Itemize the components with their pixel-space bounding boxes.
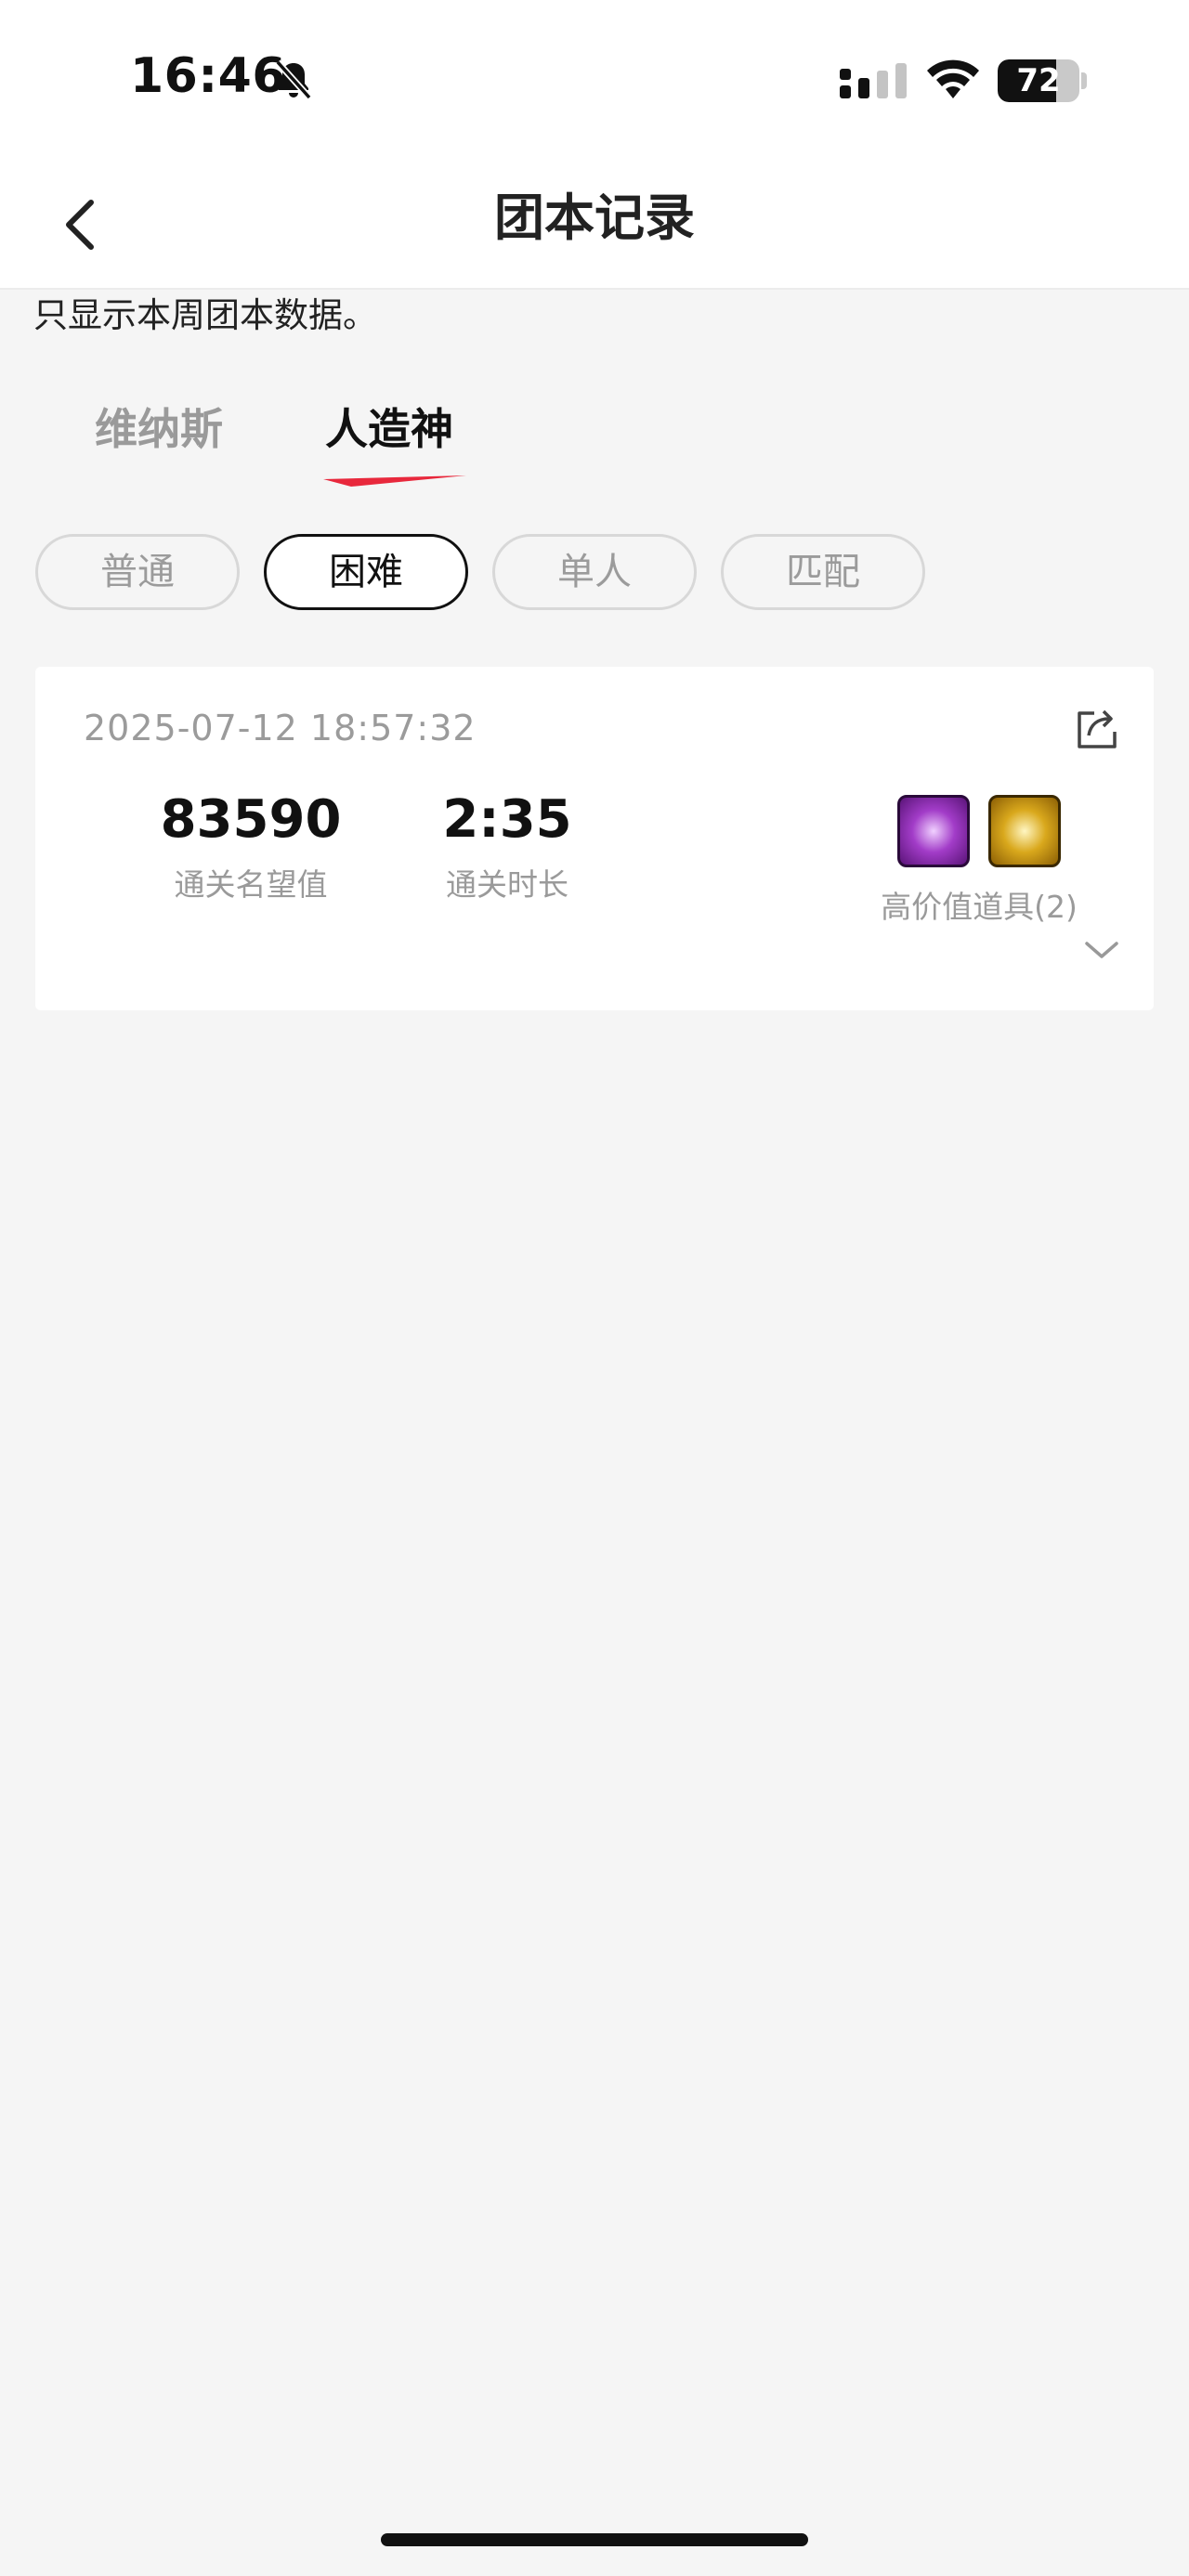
battery-level: 72 <box>1016 62 1061 99</box>
gold-box-icon[interactable] <box>988 795 1061 867</box>
notice-text: 只显示本周团本数据。 <box>33 295 377 335</box>
bell-slash-icon <box>275 59 312 100</box>
chevron-down-icon[interactable] <box>1081 936 1122 964</box>
battery-icon: 72 <box>998 59 1079 102</box>
item-icon-row <box>830 795 1128 869</box>
status-bar: 16:46 72 <box>0 0 1189 158</box>
high-value-items: 高价值道具(2) <box>830 795 1128 930</box>
record-date: 2025-07-12 18:57:32 <box>84 708 477 748</box>
duration-label: 通关时长 <box>446 866 568 903</box>
filter-solo[interactable]: 单人 <box>492 534 697 610</box>
nav-bar: 团本记录 <box>0 158 1189 290</box>
active-tab-indicator <box>323 475 466 487</box>
wifi-icon <box>927 59 979 98</box>
home-indicator[interactable] <box>381 2533 808 2546</box>
duration-value: 2:35 <box>442 789 572 850</box>
fame-value: 83590 <box>160 789 342 850</box>
purple-box-icon[interactable] <box>897 795 970 867</box>
page-title: 团本记录 <box>494 189 695 247</box>
status-time: 16:46 <box>130 48 287 104</box>
stat-fame: 83590 通关名望值 <box>111 787 390 908</box>
chevron-left-icon[interactable] <box>46 186 121 260</box>
tab-venus[interactable]: 维纳斯 <box>95 399 223 459</box>
record-card[interactable]: 2025-07-12 18:57:32 83590 通关名望值 2:35 通关时… <box>35 667 1154 1010</box>
items-label: 高价值道具(2) <box>881 889 1078 925</box>
stat-duration: 2:35 通关时长 <box>396 787 619 908</box>
filter-hard[interactable]: 困难 <box>264 534 468 610</box>
fame-label: 通关名望值 <box>174 866 328 903</box>
cellular-signal-icon <box>840 63 907 98</box>
tab-artificial-god[interactable]: 人造神 <box>325 399 453 459</box>
filter-match[interactable]: 匹配 <box>721 534 925 610</box>
filter-normal[interactable]: 普通 <box>35 534 240 610</box>
battery-tip <box>1081 72 1087 89</box>
page: 16:46 72 团本记录 只显示本周团本数据。 维纳斯 人造神 普通 困难 单… <box>0 0 1189 2576</box>
share-icon[interactable] <box>1074 704 1122 752</box>
